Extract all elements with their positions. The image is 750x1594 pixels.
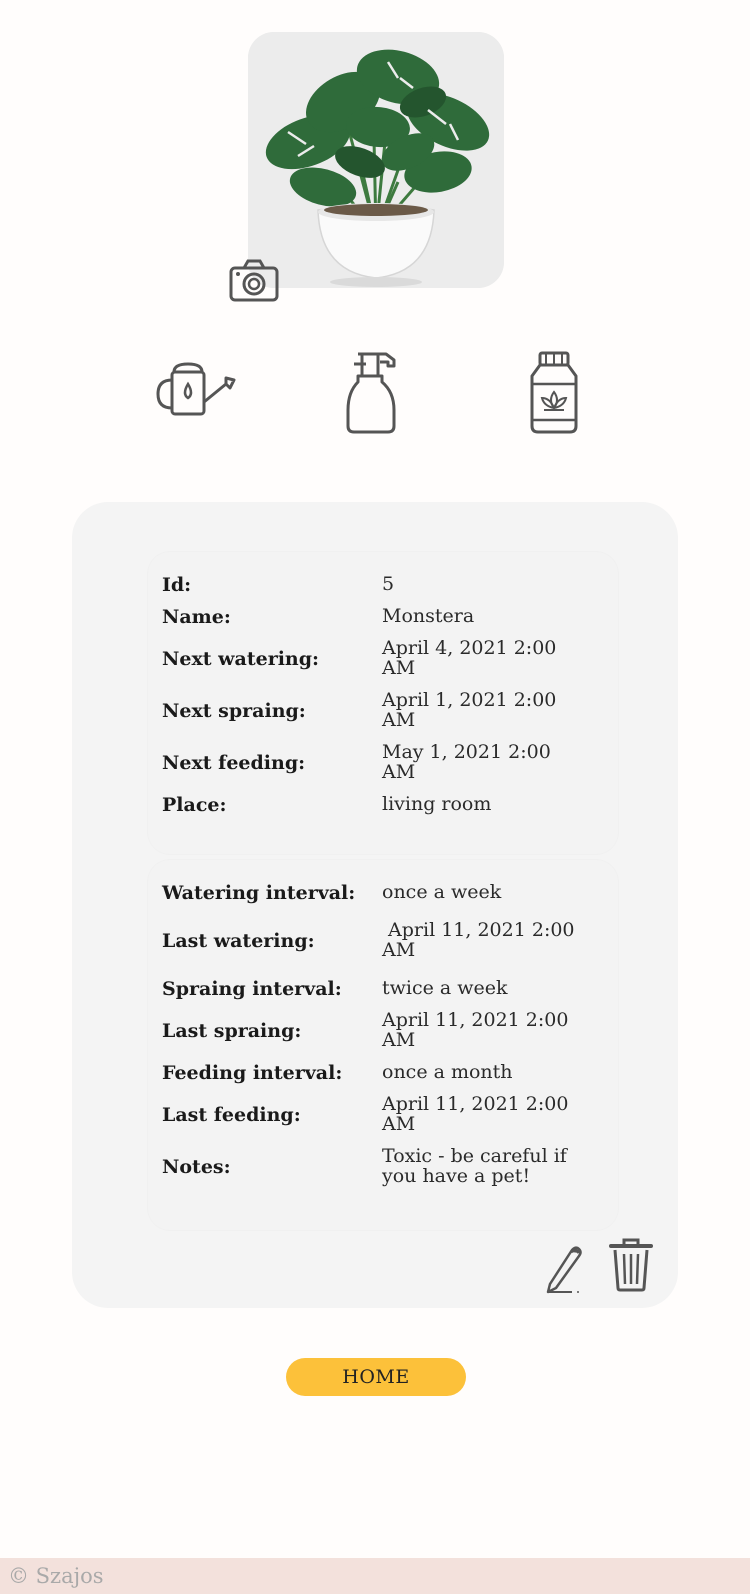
detail-value: April 11, 2021 2:00 AM — [382, 1009, 569, 1051]
detail-label: Last spraing: — [162, 1020, 302, 1042]
plant-photo — [248, 32, 504, 288]
pencil-icon[interactable] — [542, 1244, 588, 1294]
home-button[interactable]: HOME — [286, 1358, 466, 1396]
detail-label: Next spraing: — [162, 700, 306, 722]
detail-value: living room — [382, 793, 492, 815]
detail-value: twice a week — [382, 977, 508, 999]
detail-label: Name: — [162, 606, 231, 628]
fertilizer-jar-icon[interactable] — [528, 350, 580, 434]
detail-label: Next watering: — [162, 648, 320, 670]
detail-value: once a month — [382, 1061, 513, 1083]
copyright-text: © Szajos — [8, 1564, 104, 1588]
detail-label: Notes: — [162, 1156, 231, 1178]
detail-label: Id: — [162, 574, 192, 596]
detail-label: Last watering: — [162, 930, 315, 952]
detail-value: once a week — [382, 881, 502, 903]
detail-label: Feeding interval: — [162, 1062, 343, 1084]
detail-label: Next feeding: — [162, 752, 306, 774]
detail-value: April 11, 2021 2:00 AM — [382, 1093, 569, 1135]
detail-value: April 11, 2021 2:00 AM — [382, 919, 581, 961]
detail-value: 5 — [382, 573, 395, 595]
detail-value: April 1, 2021 2:00 AM — [382, 689, 557, 731]
spray-bottle-icon[interactable] — [344, 350, 400, 434]
detail-value: May 1, 2021 2:00 AM — [382, 741, 551, 783]
detail-label: Watering interval: — [162, 882, 356, 904]
camera-icon[interactable] — [228, 258, 280, 304]
detail-label: Spraing interval: — [162, 978, 342, 1000]
plant-details-card: Id: 5 Name: Monstera Next watering: Apri… — [72, 502, 678, 1308]
footer: © Szajos — [0, 1558, 750, 1594]
trash-icon[interactable] — [608, 1238, 654, 1292]
detail-label: Last feeding: — [162, 1104, 301, 1126]
detail-value: Monstera — [382, 605, 475, 627]
detail-label: Place: — [162, 794, 227, 816]
detail-value: Toxic - be careful if you have a pet! — [382, 1145, 567, 1187]
plant-details-page: Id: 5 Name: Monstera Next watering: Apri… — [0, 0, 750, 1594]
watering-can-icon[interactable] — [154, 358, 238, 422]
detail-value: April 4, 2021 2:00 AM — [382, 637, 557, 679]
